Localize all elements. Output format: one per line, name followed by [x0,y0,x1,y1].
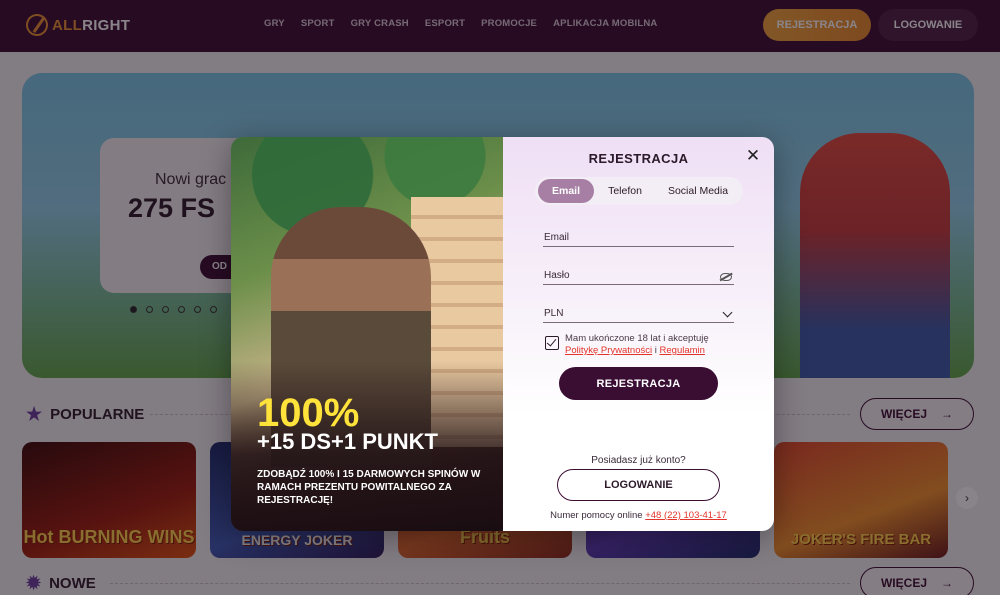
consent-text: Mam ukończone 18 lat i akceptuję Polityk… [565,333,745,357]
form-title: REJESTRACJA [588,151,689,166]
password-field[interactable]: Hasło [543,263,734,285]
email-field[interactable]: Email [543,225,734,247]
have-account-text: Posiadasz już konto? [591,455,686,466]
password-label: Hasło [544,270,570,281]
chevron-down-icon [722,307,733,318]
consent-checkbox[interactable] [545,336,559,350]
and-word: i [654,345,657,356]
privacy-policy-link[interactable]: Politykę Prywatności [565,345,652,356]
currency-select[interactable]: PLN [543,301,734,323]
tab-social-media[interactable]: Social Media [656,179,740,203]
consent-label: Mam ukończone 18 lat i akceptuję [565,333,709,344]
email-label: Email [544,232,570,243]
currency-value: PLN [544,308,564,319]
login-button[interactable]: LOGOWANIE [557,469,720,501]
close-icon[interactable]: ✕ [744,147,762,165]
register-submit-button[interactable]: REJESTRACJA [559,367,718,400]
help-phone-link[interactable]: +48 (22) 103-41-17 [645,510,727,521]
promo-panel: 100% +15 DS+1 PUNKT ZDOBĄDŹ 100% I 15 DA… [231,137,503,531]
help-line: Numer pomocy online +48 (22) 103-41-17 [503,510,774,521]
registration-modal: 100% +15 DS+1 PUNKT ZDOBĄDŹ 100% I 15 DA… [231,137,774,531]
help-text: Numer pomocy online [550,510,643,521]
promo-bonus: +15 DS+1 PUNKT [257,429,438,454]
tab-email[interactable]: Email [538,179,594,203]
terms-link[interactable]: Regulamin [660,345,705,356]
registration-form: REJESTRACJA ✕ Email Telefon Social Media… [503,137,774,531]
promo-description: ZDOBĄDŹ 100% I 15 DARMOWYCH SPINÓW W RAM… [257,469,481,506]
promo-percent: 100% [257,391,360,435]
registration-method-tabs: Email Telefon Social Media [535,177,743,205]
eye-off-icon[interactable] [720,273,732,281]
tab-telefon[interactable]: Telefon [594,179,656,203]
